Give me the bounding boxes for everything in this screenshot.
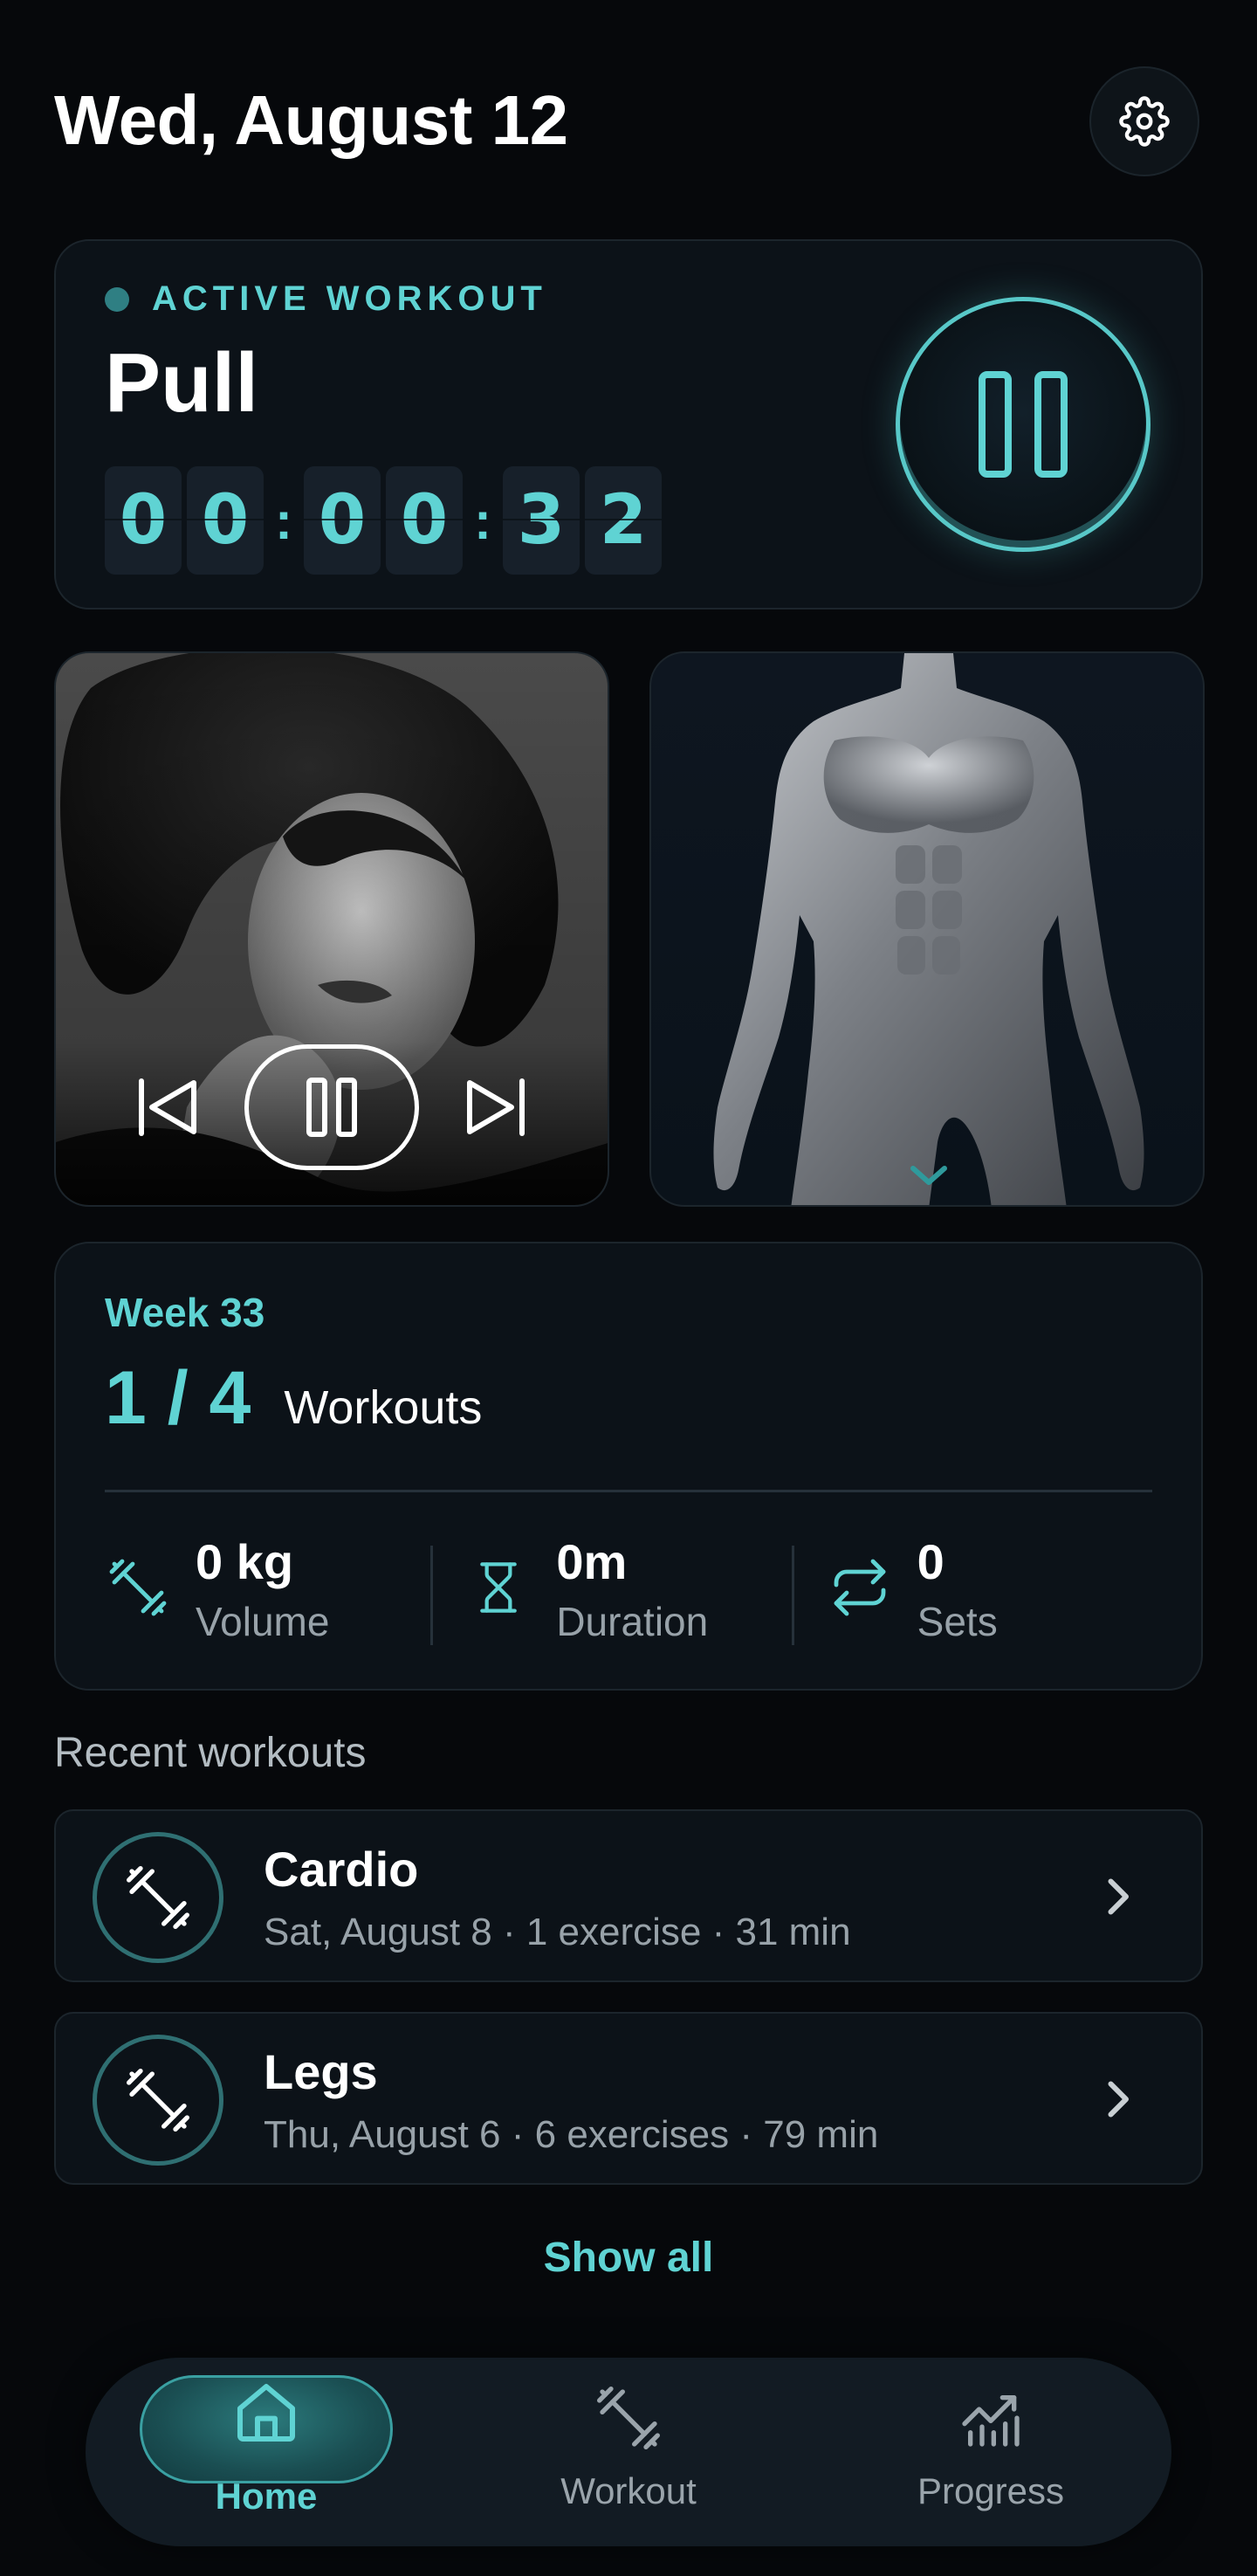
recent-workout-details: Sat, August 8 · 1 exercise · 31 min — [264, 1911, 851, 1953]
header: Wed, August 12 — [54, 66, 1203, 182]
dumbbell-icon — [597, 2387, 660, 2449]
timer-digit: 0 — [386, 466, 463, 575]
home-icon — [237, 2384, 295, 2442]
recent-workouts-heading: Recent workouts — [54, 1730, 367, 1776]
stat-label: Duration — [556, 1598, 709, 1644]
stat-value: 0m — [556, 1534, 628, 1589]
week-label: Week 33 — [105, 1290, 265, 1335]
hourglass-icon — [480, 1562, 518, 1613]
repeat-icon — [834, 1559, 886, 1616]
previous-track-icon[interactable] — [133, 1072, 203, 1142]
music-pause-button[interactable] — [244, 1044, 419, 1170]
music-player-tile[interactable] — [54, 651, 609, 1207]
stat-duration: 0m Duration — [430, 1535, 791, 1649]
nav-label: Workout — [560, 2470, 697, 2511]
recent-workout-title: Legs — [264, 2044, 378, 2099]
chart-icon — [962, 2395, 1020, 2447]
progress-label: Workouts — [284, 1381, 483, 1434]
timer-digit: 0 — [105, 466, 182, 575]
stat-sets: 0 Sets — [791, 1534, 1152, 1649]
active-workout-card[interactable]: ACTIVE WORKOUT Pull 0 0 : 0 0 : 3 2 — [54, 239, 1203, 610]
workout-timer: 0 0 : 0 0 : 3 2 — [105, 466, 662, 575]
settings-button[interactable] — [1089, 66, 1199, 176]
nav-label: Home — [215, 2476, 318, 2517]
pause-icon — [979, 371, 1068, 478]
active-workout-label: ACTIVE WORKOUT — [152, 279, 547, 318]
divider — [105, 1490, 1152, 1492]
weekly-summary-card: Week 33 1 / 4 Workouts 0 kg Volume 0m Du… — [54, 1242, 1203, 1691]
gear-icon — [1119, 96, 1170, 147]
dumbbell-icon — [127, 2069, 189, 2132]
nav-home[interactable]: Home — [140, 2358, 393, 2546]
nav-label: Progress — [917, 2470, 1065, 2511]
workout-name: Pull — [105, 336, 259, 430]
timer-separator: : — [275, 491, 292, 550]
recent-workout-item[interactable]: Legs Thu, August 6 · 6 exercises · 79 mi… — [54, 2012, 1203, 2185]
show-all-link[interactable]: Show all — [0, 2234, 1257, 2282]
music-controls — [56, 1044, 608, 1170]
page-title: Wed, August 12 — [54, 81, 568, 159]
nav-workout[interactable]: Workout — [502, 2358, 755, 2546]
muscle-map-tile[interactable] — [649, 651, 1205, 1207]
progress-count: 1 / 4 — [105, 1356, 251, 1440]
chevron-right-icon — [1108, 2081, 1129, 2118]
timer-separator: : — [474, 491, 491, 550]
timer-digit: 2 — [585, 466, 662, 575]
stat-label: Volume — [196, 1598, 330, 1644]
recent-workout-title: Cardio — [264, 1842, 419, 1897]
recent-workout-item[interactable]: Cardio Sat, August 8 · 1 exercise · 31 m… — [54, 1809, 1203, 1982]
nav-progress[interactable]: Progress — [864, 2358, 1117, 2546]
dumbbell-icon — [127, 1866, 189, 1929]
timer-digit: 0 — [187, 466, 264, 575]
chevron-right-icon — [1108, 1878, 1129, 1915]
stat-value: 0 kg — [196, 1534, 294, 1589]
timer-digit: 3 — [503, 466, 580, 575]
anatomy-figure — [713, 653, 1144, 1205]
pause-icon — [306, 1078, 357, 1137]
stats-row: 0 kg Volume 0m Duration 0 Sets — [105, 1535, 1152, 1649]
pause-workout-button[interactable] — [896, 297, 1151, 552]
dumbbell-icon — [109, 1559, 167, 1616]
recent-workout-details: Thu, August 6 · 6 exercises · 79 min — [264, 2113, 879, 2156]
stat-label: Sets — [917, 1598, 998, 1644]
stat-value: 0 — [917, 1534, 944, 1589]
stat-volume: 0 kg Volume — [105, 1535, 430, 1649]
bottom-navigation: Home Workout Progress — [86, 2358, 1171, 2546]
weekly-progress: 1 / 4 Workouts — [105, 1355, 482, 1442]
next-track-icon[interactable] — [461, 1072, 531, 1142]
timer-digit: 0 — [304, 466, 381, 575]
status-dot — [105, 286, 129, 312]
